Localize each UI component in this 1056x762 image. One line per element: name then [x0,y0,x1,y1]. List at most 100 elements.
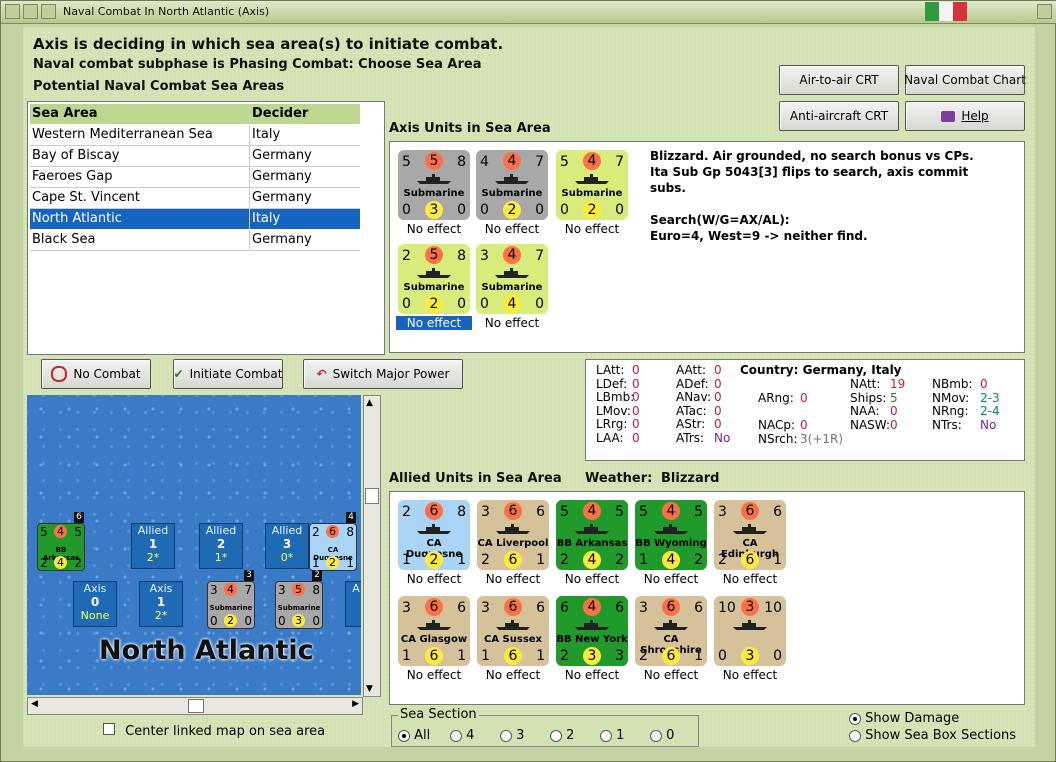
scroll-thumb[interactable] [365,488,379,504]
center-map-label: Center linked map on sea area [125,724,326,739]
axis-counter[interactable]: 3 4 7 Submarine 0 4 0 [476,244,548,314]
section-2-radio[interactable]: 2 [550,728,574,743]
note-line: Search(W/G=AX/AL): [650,213,790,227]
allied-counter[interactable]: 366CA Edinburgh261 [714,500,786,570]
allied-counter[interactable]: 3 6 6 CA Liverpool 2 6 1 [477,500,549,570]
counter-value: 10 [764,600,782,616]
map-unit-counter[interactable]: 3 5 8 Submarine 0 3 0 2 [275,570,323,629]
allied-counter[interactable]: 10 3 10 0 3 0 [714,596,786,666]
counter-value: 0 [480,202,489,218]
table-row[interactable]: Bay of Biscay Germany [30,146,360,167]
table-row[interactable]: Faeroes Gap Germany [30,167,360,188]
radio-icon [550,729,562,742]
table-row[interactable]: Western Mediterranean Sea Italy [30,125,360,146]
table-row[interactable]: Black Sea Germany [30,230,360,251]
map-unit-counter[interactable]: 268CA Duquesne1214 [309,512,357,571]
help-button[interactable]: Help [905,101,1025,131]
allied-counter[interactable]: 5 4 5 BB Arkansas 2 4 2 [556,500,628,570]
col-header-decider[interactable]: Decider [252,106,308,121]
stat-value: 19 [890,377,906,391]
show-sea-box-sections-radio[interactable]: Show Sea Box Sections [849,728,1016,743]
counter-value: 2 [639,648,648,664]
minimize-icon[interactable] [23,4,38,19]
col-header-sea-area[interactable]: Sea Area [32,106,98,121]
anti-aircraft-crt-button[interactable]: Anti-aircraft CRT [779,101,899,131]
axis-counter[interactable]: 2 5 8 Submarine 0 2 0 [398,244,470,314]
unit-effect: No effect [406,668,462,682]
initiate-combat-button[interactable]: ✔ Initiate Combat [173,359,283,389]
allied-counter[interactable]: 3 6 6 CA Glasgow 1 6 1 [398,596,470,666]
map-unit-counter[interactable]: 3 4 7 Submarine 0 2 0 3 [207,570,255,629]
map-sea-label: North Atlantic [99,635,314,666]
axis-counter[interactable]: 4 4 7 Submarine 0 2 0 [476,150,548,220]
counter-value: 4 [583,152,601,170]
no-combat-button[interactable]: No Combat [41,359,151,389]
sea-box[interactable]: Axis 0 None [73,581,117,627]
allied-counter[interactable]: 268CA Duquesne121 [398,500,470,570]
section-1-radio[interactable]: 1 [600,728,624,743]
stat-label: LAtt: [596,363,625,377]
sea-box-number: 1 [156,595,166,609]
sea-box[interactable]: Allied 3 0* [265,523,309,569]
counter-value: 4 [503,152,521,170]
switch-major-power-button[interactable]: ↶ Switch Major Power [303,359,463,389]
scroll-left-icon[interactable]: ◀ [31,699,38,709]
sea-area-map[interactable]: Allied 1 2* Allied 2 1* Allied 3 0* Axis 0 None Axis… [27,395,361,695]
stat-label: LBmb: [596,390,635,404]
sea-box[interactable]: Allied 2 1* [199,523,243,569]
section-4-radio[interactable]: 4 [450,728,474,743]
stat-label: NSrch: [758,432,798,446]
sea-box-partial[interactable]: A [345,581,361,627]
table-row-selected[interactable]: North Atlantic Italy [30,209,360,229]
section-all-radio[interactable]: All [398,728,430,743]
counter-value: 6 [662,598,680,616]
table-row[interactable]: Cape St. Vincent Germany [30,188,360,209]
counter-value: 1 [536,648,545,664]
stat-label: NMov: [932,390,970,405]
naval-combat-chart-button[interactable]: Naval Combat Chart [904,65,1026,95]
map-horizontal-scrollbar[interactable]: ◀ ▶ [27,697,363,715]
scroll-thumb[interactable] [188,699,204,713]
counter-value: 2 [694,552,703,568]
restore-icon[interactable] [41,4,56,19]
stat-label: NAtt: [850,377,881,391]
counter-value: 6 [425,598,443,616]
scroll-right-icon[interactable]: ▶ [352,699,359,709]
center-map-checkbox[interactable] [103,723,115,735]
scroll-down-icon[interactable]: ▼ [366,684,373,694]
air-to-air-crt-button[interactable]: Air-to-air CRT [779,65,899,95]
center-map-checkbox-row[interactable]: Center linked map on sea area [103,723,325,739]
sea-area-table: Sea Area Decider Western Mediterranean S… [27,101,385,355]
allied-counter[interactable]: 366CA Shropshire261 [635,596,707,666]
prohibited-icon [51,366,68,382]
counter-value: 3 [718,504,727,520]
map-unit-counter[interactable]: 545BB Arkansas2426 [37,512,85,571]
section-0-radio[interactable]: 0 [650,728,674,743]
counter-value: 2 [481,552,490,568]
counter-value: 7 [535,154,544,170]
counter-value: 6 [694,600,703,616]
sea-section-label: Sea Section [398,707,479,722]
section-3-radio[interactable]: 3 [500,728,524,743]
counter-value: 4 [583,551,601,569]
system-menu-icon[interactable] [5,4,20,19]
country-label: Country: Germany, Italy [740,363,902,377]
scroll-up-icon[interactable]: ▲ [366,398,373,408]
close-icon[interactable] [1037,4,1052,19]
counter-value: 0 [480,296,489,312]
counter-value: 4 [503,295,521,313]
axis-counter[interactable]: 5 4 7 Submarine 0 2 0 [556,150,628,220]
axis-counter[interactable]: 5 5 8 Submarine 0 3 0 [398,150,470,220]
show-damage-radio[interactable]: Show Damage [849,711,959,726]
sea-box[interactable]: Axis 1 2* [139,581,183,627]
sea-box[interactable]: Allied 1 2* [131,523,175,569]
map-vertical-scrollbar[interactable]: ▲ ▼ [363,395,381,697]
stat-value: 0 [632,403,640,418]
unit-effect: No effect [485,572,541,586]
stat-label: ARng: [758,391,794,405]
allied-counter[interactable]: 3 6 6 CA Sussex 1 6 1 [477,596,549,666]
stat-value: 3(+1R) [800,432,844,446]
allied-counter[interactable]: 6 4 6 BB New York 2 3 3 [556,596,628,666]
unit-name: Submarine [481,282,543,293]
allied-counter[interactable]: 5 4 5 BB Wyoming 1 4 2 [635,500,707,570]
